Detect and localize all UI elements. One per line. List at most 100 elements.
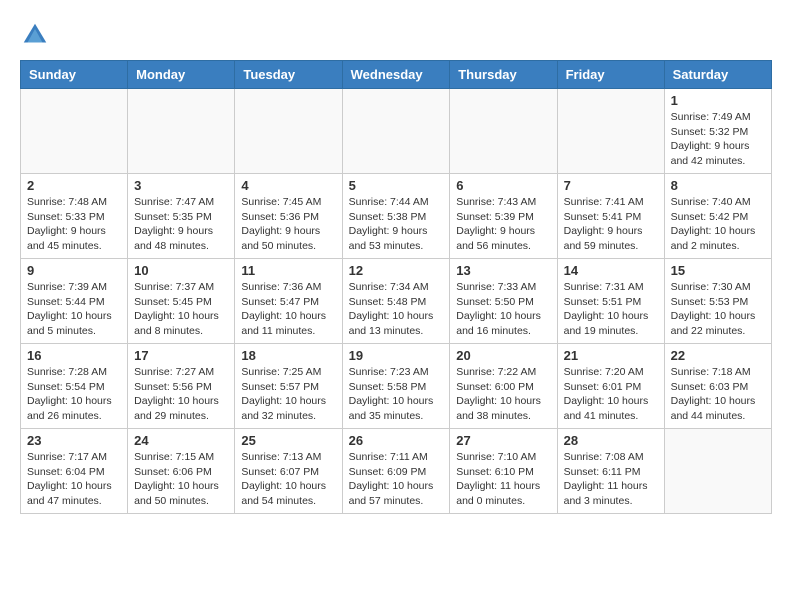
calendar-cell (450, 89, 557, 174)
day-info: Sunrise: 7:08 AM Sunset: 6:11 PM Dayligh… (564, 450, 658, 509)
day-number: 9 (27, 263, 121, 278)
week-row-5: 23 Sunrise: 7:17 AM Sunset: 6:04 PM Dayli… (21, 429, 772, 514)
calendar-cell: 28 Sunrise: 7:08 AM Sunset: 6:11 PM Dayli… (557, 429, 664, 514)
day-info: Sunrise: 7:43 AM Sunset: 5:39 PM Dayligh… (456, 195, 550, 254)
day-number: 21 (564, 348, 658, 363)
day-info: Sunrise: 7:27 AM Sunset: 5:56 PM Dayligh… (134, 365, 228, 424)
calendar-header-wednesday: Wednesday (342, 61, 450, 89)
calendar-cell: 4 Sunrise: 7:45 AM Sunset: 5:36 PM Daylig… (235, 174, 342, 259)
calendar-cell: 20 Sunrise: 7:22 AM Sunset: 6:00 PM Dayli… (450, 344, 557, 429)
day-info: Sunrise: 7:30 AM Sunset: 5:53 PM Dayligh… (671, 280, 765, 339)
day-info: Sunrise: 7:22 AM Sunset: 6:00 PM Dayligh… (456, 365, 550, 424)
day-info: Sunrise: 7:11 AM Sunset: 6:09 PM Dayligh… (349, 450, 444, 509)
calendar-cell: 15 Sunrise: 7:30 AM Sunset: 5:53 PM Dayli… (664, 259, 771, 344)
calendar-cell: 12 Sunrise: 7:34 AM Sunset: 5:48 PM Dayli… (342, 259, 450, 344)
calendar-cell: 23 Sunrise: 7:17 AM Sunset: 6:04 PM Dayli… (21, 429, 128, 514)
week-row-1: 1 Sunrise: 7:49 AM Sunset: 5:32 PM Daylig… (21, 89, 772, 174)
calendar-cell: 25 Sunrise: 7:13 AM Sunset: 6:07 PM Dayli… (235, 429, 342, 514)
calendar-cell: 1 Sunrise: 7:49 AM Sunset: 5:32 PM Daylig… (664, 89, 771, 174)
day-number: 3 (134, 178, 228, 193)
calendar-cell: 11 Sunrise: 7:36 AM Sunset: 5:47 PM Dayli… (235, 259, 342, 344)
calendar-cell (128, 89, 235, 174)
calendar-header-sunday: Sunday (21, 61, 128, 89)
day-info: Sunrise: 7:44 AM Sunset: 5:38 PM Dayligh… (349, 195, 444, 254)
day-info: Sunrise: 7:40 AM Sunset: 5:42 PM Dayligh… (671, 195, 765, 254)
calendar-cell (21, 89, 128, 174)
calendar-cell: 18 Sunrise: 7:25 AM Sunset: 5:57 PM Dayli… (235, 344, 342, 429)
calendar-header-saturday: Saturday (664, 61, 771, 89)
day-number: 8 (671, 178, 765, 193)
day-number: 12 (349, 263, 444, 278)
calendar-header-friday: Friday (557, 61, 664, 89)
day-number: 17 (134, 348, 228, 363)
calendar-cell (342, 89, 450, 174)
calendar-cell: 17 Sunrise: 7:27 AM Sunset: 5:56 PM Dayli… (128, 344, 235, 429)
day-number: 26 (349, 433, 444, 448)
calendar-header-row: SundayMondayTuesdayWednesdayThursdayFrid… (21, 61, 772, 89)
calendar-cell: 5 Sunrise: 7:44 AM Sunset: 5:38 PM Daylig… (342, 174, 450, 259)
day-number: 28 (564, 433, 658, 448)
calendar-cell: 14 Sunrise: 7:31 AM Sunset: 5:51 PM Dayli… (557, 259, 664, 344)
calendar-cell: 13Sunrise: 7:33 AM Sunset: 5:50 PM Dayli… (450, 259, 557, 344)
day-number: 5 (349, 178, 444, 193)
day-info: Sunrise: 7:41 AM Sunset: 5:41 PM Dayligh… (564, 195, 658, 254)
day-info: Sunrise: 7:49 AM Sunset: 5:32 PM Dayligh… (671, 110, 765, 169)
day-number: 2 (27, 178, 121, 193)
calendar-cell: 26 Sunrise: 7:11 AM Sunset: 6:09 PM Dayli… (342, 429, 450, 514)
day-info: Sunrise: 7:18 AM Sunset: 6:03 PM Dayligh… (671, 365, 765, 424)
day-number: 15 (671, 263, 765, 278)
calendar-cell (664, 429, 771, 514)
day-info: Sunrise: 7:45 AM Sunset: 5:36 PM Dayligh… (241, 195, 335, 254)
day-number: 25 (241, 433, 335, 448)
calendar-cell: 24 Sunrise: 7:15 AM Sunset: 6:06 PM Dayli… (128, 429, 235, 514)
day-info: Sunrise: 7:13 AM Sunset: 6:07 PM Dayligh… (241, 450, 335, 509)
day-number: 14 (564, 263, 658, 278)
day-info: Sunrise: 7:48 AM Sunset: 5:33 PM Dayligh… (27, 195, 121, 254)
day-number: 16 (27, 348, 121, 363)
day-number: 11 (241, 263, 335, 278)
day-info: Sunrise: 7:33 AM Sunset: 5:50 PM Dayligh… (456, 280, 550, 339)
day-info: Sunrise: 7:28 AM Sunset: 5:54 PM Dayligh… (27, 365, 121, 424)
day-number: 6 (456, 178, 550, 193)
day-number: 23 (27, 433, 121, 448)
day-number: 24 (134, 433, 228, 448)
day-info: Sunrise: 7:23 AM Sunset: 5:58 PM Dayligh… (349, 365, 444, 424)
day-info: Sunrise: 7:31 AM Sunset: 5:51 PM Dayligh… (564, 280, 658, 339)
day-number: 10 (134, 263, 228, 278)
day-info: Sunrise: 7:47 AM Sunset: 5:35 PM Dayligh… (134, 195, 228, 254)
calendar-header-monday: Monday (128, 61, 235, 89)
day-info: Sunrise: 7:39 AM Sunset: 5:44 PM Dayligh… (27, 280, 121, 339)
day-info: Sunrise: 7:25 AM Sunset: 5:57 PM Dayligh… (241, 365, 335, 424)
week-row-2: 2 Sunrise: 7:48 AM Sunset: 5:33 PM Daylig… (21, 174, 772, 259)
calendar-cell: 3 Sunrise: 7:47 AM Sunset: 5:35 PM Daylig… (128, 174, 235, 259)
day-number: 18 (241, 348, 335, 363)
calendar-header-thursday: Thursday (450, 61, 557, 89)
logo (20, 20, 54, 50)
calendar-cell: 16 Sunrise: 7:28 AM Sunset: 5:54 PM Dayli… (21, 344, 128, 429)
day-number: 1 (671, 93, 765, 108)
calendar-cell: 6 Sunrise: 7:43 AM Sunset: 5:39 PM Daylig… (450, 174, 557, 259)
day-info: Sunrise: 7:37 AM Sunset: 5:45 PM Dayligh… (134, 280, 228, 339)
day-info: Sunrise: 7:36 AM Sunset: 5:47 PM Dayligh… (241, 280, 335, 339)
calendar-cell (235, 89, 342, 174)
day-number: 4 (241, 178, 335, 193)
day-number: 27 (456, 433, 550, 448)
calendar-cell: 8 Sunrise: 7:40 AM Sunset: 5:42 PM Daylig… (664, 174, 771, 259)
day-info: Sunrise: 7:15 AM Sunset: 6:06 PM Dayligh… (134, 450, 228, 509)
day-number: 22 (671, 348, 765, 363)
logo-icon (20, 20, 50, 50)
week-row-3: 9 Sunrise: 7:39 AM Sunset: 5:44 PM Daylig… (21, 259, 772, 344)
day-info: Sunrise: 7:17 AM Sunset: 6:04 PM Dayligh… (27, 450, 121, 509)
calendar-cell: 21Sunrise: 7:20 AM Sunset: 6:01 PM Dayli… (557, 344, 664, 429)
day-number: 20 (456, 348, 550, 363)
calendar-cell: 19 Sunrise: 7:23 AM Sunset: 5:58 PM Dayli… (342, 344, 450, 429)
calendar-cell: 2 Sunrise: 7:48 AM Sunset: 5:33 PM Daylig… (21, 174, 128, 259)
day-number: 19 (349, 348, 444, 363)
calendar-cell: 7 Sunrise: 7:41 AM Sunset: 5:41 PM Daylig… (557, 174, 664, 259)
day-info: Sunrise: 7:34 AM Sunset: 5:48 PM Dayligh… (349, 280, 444, 339)
day-number: 7 (564, 178, 658, 193)
calendar-cell: 22 Sunrise: 7:18 AM Sunset: 6:03 PM Dayli… (664, 344, 771, 429)
day-info: Sunrise: 7:10 AM Sunset: 6:10 PM Dayligh… (456, 450, 550, 509)
calendar-header-tuesday: Tuesday (235, 61, 342, 89)
calendar-cell: 27 Sunrise: 7:10 AM Sunset: 6:10 PM Dayli… (450, 429, 557, 514)
